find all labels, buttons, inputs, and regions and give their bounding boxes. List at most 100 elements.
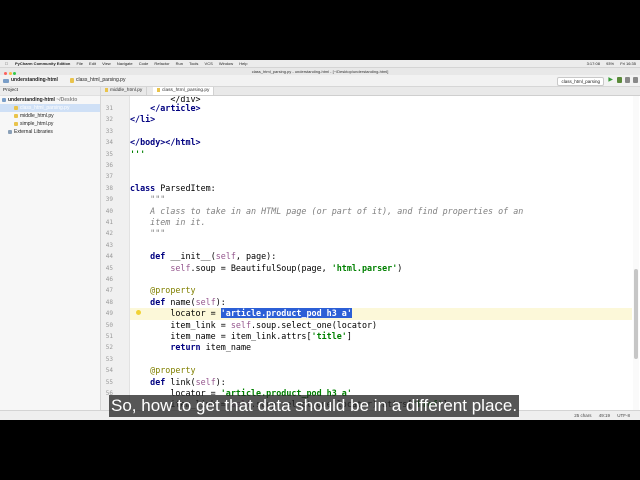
project-panel: Project understanding-html ~/Deskto clas… [0,87,101,420]
menu-file[interactable]: File [76,61,82,66]
tab-middle-html[interactable]: middle_html.py [101,87,148,95]
search-everywhere-icon[interactable] [633,77,638,83]
line-number: 54 [105,367,113,375]
menu-app[interactable]: PyCharm Community Edition [15,61,70,66]
code-line: item_name = item_link.attrs['title'] [130,331,352,341]
tree-item-class-html-parsing[interactable]: class_html_parsing.py [0,104,100,112]
folder-icon [2,97,6,102]
tab-label: class_html_parsing.py [162,88,210,93]
apple-icon[interactable]:  [5,60,8,67]
menu-bar:  PyCharm Community Edition File Edit Vi… [0,60,640,68]
line-number: 44 [105,253,113,261]
menu-tools[interactable]: Tools [189,61,198,66]
project-panel-header[interactable]: Project [0,87,100,96]
menu-navigate[interactable]: Navigate [117,61,133,66]
tree-item-simple-html[interactable]: simple_html.py [0,120,100,128]
line-number: 49 [105,310,113,318]
line-number: 43 [105,241,113,249]
tree-item-understanding-html[interactable]: understanding-html ~/Deskto [0,96,100,104]
code-line: return item_name [170,342,252,353]
battery-percent[interactable]: 93% [606,61,614,66]
code-line: def __init__(self, page): [150,251,277,262]
breadcrumb-file-label: class_html_parsing.py [76,77,126,83]
status-time[interactable]: 3:17:08 [587,61,600,66]
video-caption: So, how to get that data should be in a … [109,395,520,417]
line-number: 39 [105,196,113,204]
code-line: class ParsedItem: [130,182,216,193]
code-line: """ [150,194,166,205]
tab-class-html-parsing[interactable]: class_html_parsing.py [153,87,215,95]
line-number: 45 [105,264,113,272]
selected-text[interactable]: 'article.product_pod h3 a' [220,308,352,319]
window-title: class_html_parsing.py - understanding-ht… [251,69,389,74]
code-editor[interactable]: </div> </article> </li> </body></html> '… [130,96,632,420]
window-title-bar: class_html_parsing.py - understanding-ht… [0,68,640,75]
code-line: item in it. [150,217,206,227]
python-file-icon [14,113,18,118]
debug-icon[interactable] [617,77,622,83]
clock[interactable]: Fri 16:35 [620,61,636,66]
code-line: def link(self): [150,376,226,387]
menu-vcs[interactable]: VCS [205,61,213,66]
python-file-icon [14,105,18,110]
menu-code[interactable]: Code [139,61,149,66]
python-file-icon [105,87,108,92]
project-panel-title: Project [3,88,18,93]
lightbulb-icon[interactable] [136,310,141,315]
line-number: 53 [105,355,113,363]
breadcrumb-file[interactable]: class_html_parsing.py [70,75,125,86]
code-line: ''' [130,148,146,159]
line-number: 40 [105,207,113,215]
python-file-icon [70,78,74,83]
folder-icon [3,78,9,83]
code-line: @property [150,285,196,296]
stop-icon[interactable] [625,77,630,83]
tab-label: middle_html.py [110,88,143,93]
tree-item-middle-html[interactable]: middle_html.py [0,112,100,120]
code-line: item_link = self.soup.select_one(locator… [130,319,378,330]
python-file-icon [14,121,18,126]
breadcrumb-project-label: understanding-html [11,77,58,83]
code-line: A class to take in an HTML page (or part… [150,205,524,216]
code-line: @property [150,365,196,376]
code-line: """ [150,228,166,239]
menu-refactor[interactable]: Refactor [154,61,169,66]
tree-item-external-libraries[interactable]: External Libraries [0,128,100,136]
scrollbar-thumb[interactable] [634,269,638,359]
code-line-current: locator = 'article.product_pod h3 a' [130,308,632,320]
menu-edit[interactable]: Edit [89,61,96,66]
code-line: </article> [150,103,201,113]
code-line: def name(self): [150,296,226,307]
code-line: </li> [130,114,156,125]
status-cursor-position[interactable]: 49:19 [599,413,610,418]
editor-tabs: middle_html.py class_html_parsing.py [101,87,640,96]
line-number: 34 [105,139,113,147]
line-number: 46 [105,276,113,283]
line-number: 42 [105,230,113,238]
line-number: 33 [105,127,113,135]
menu-window[interactable]: Window [219,61,233,66]
status-encoding[interactable]: UTF-8 [617,413,630,418]
run-configuration-select[interactable]: class_html_parsing [557,77,604,86]
line-number: 35 [105,150,113,158]
tree-item-label: understanding-html [8,97,55,103]
tree-item-label: simple_html.py [20,121,54,127]
vertical-scrollbar[interactable] [633,96,639,420]
breadcrumb-project[interactable]: understanding-html [3,75,58,86]
line-number: 50 [105,321,113,329]
line-number: 55 [105,378,113,386]
code-line: self.soup = BeautifulSoup(page, 'html.pa… [170,262,403,273]
tree-item-label: External Libraries [14,129,53,135]
line-number: 52 [105,344,113,352]
line-number: 38 [105,184,113,192]
line-number: 31 [105,105,113,112]
line-number: 41 [105,219,113,226]
navigation-bar: understanding-html class_html_parsing.py… [0,75,640,87]
line-number: 36 [105,162,113,169]
line-number: 48 [105,298,113,306]
line-number: 47 [105,287,113,295]
menu-help[interactable]: Help [239,61,247,66]
run-icon[interactable]: ▶ [608,77,613,84]
menu-view[interactable]: View [102,61,111,66]
menu-run[interactable]: Run [176,61,183,66]
